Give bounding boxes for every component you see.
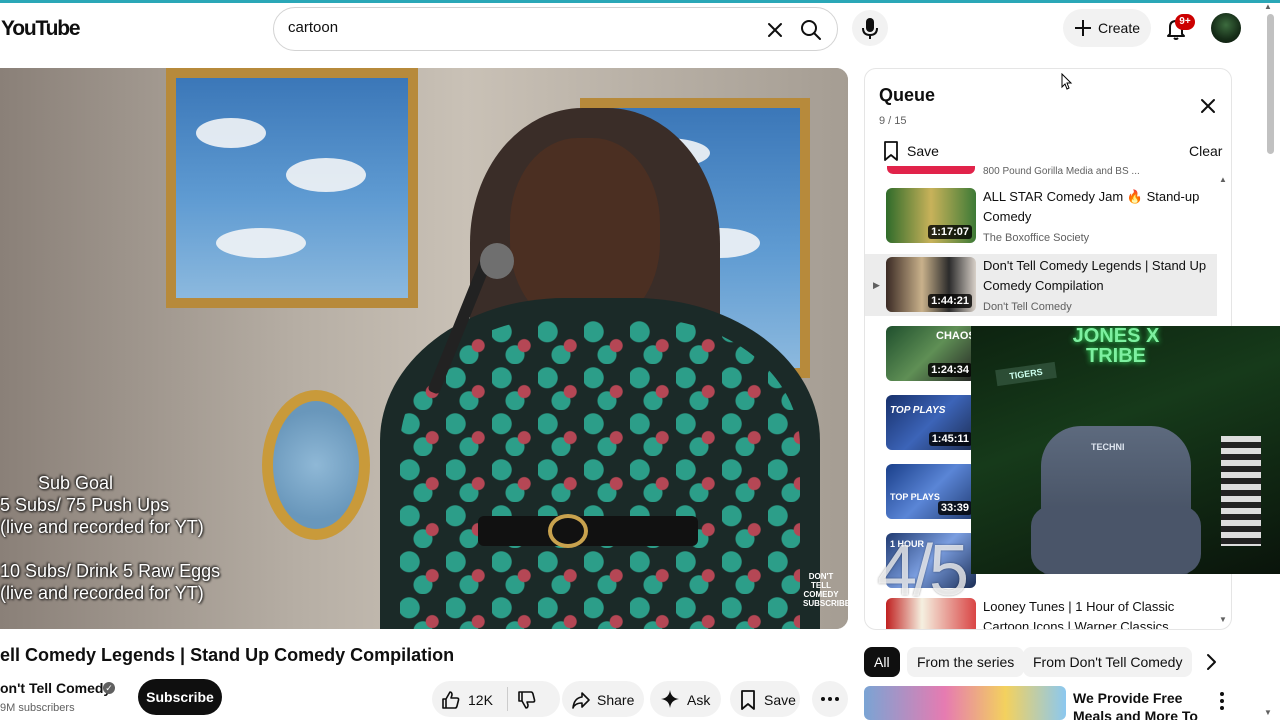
share-icon: [572, 692, 590, 709]
chevron-right-icon[interactable]: [1199, 649, 1225, 675]
queue-item-thumbnail[interactable]: TOP PLAYS 1:45:11: [886, 395, 976, 450]
now-playing-icon: ▶: [873, 280, 880, 290]
duration-badge: 1:24:34: [928, 363, 972, 377]
queue-position: 9 / 15: [879, 115, 907, 127]
queue-scroll-down-icon[interactable]: ▼: [1219, 615, 1227, 624]
microphone-icon: [862, 18, 878, 39]
youtube-logo[interactable]: YouTube: [1, 17, 81, 41]
search-box[interactable]: [273, 7, 838, 51]
queue-item-thumbnail[interactable]: 1:17:07: [886, 188, 976, 243]
mouse-cursor-icon: [1061, 73, 1073, 90]
recommendation-title[interactable]: We Provide Free Meals and More To Help Y…: [1073, 689, 1213, 720]
account-avatar[interactable]: [1211, 13, 1241, 43]
queue-item[interactable]: 1:17:07 ALL STAR Comedy Jam 🔥 Stand-up C…: [865, 185, 1217, 247]
voice-search-button[interactable]: [852, 10, 888, 46]
share-button[interactable]: Share: [562, 681, 644, 717]
duration-badge: 33:39: [937, 501, 972, 515]
close-queue-icon[interactable]: [1198, 96, 1218, 116]
notification-badge: 9+: [1175, 14, 1195, 30]
like-count[interactable]: 12K: [468, 692, 493, 708]
top-accent-line: [0, 0, 1280, 3]
video-title: ell Comedy Legends | Stand Up Comedy Com…: [0, 645, 455, 665]
queue-item-current[interactable]: ▶ 1:44:21 Don't Tell Comedy Legends | St…: [865, 254, 1217, 316]
clear-search-icon[interactable]: [764, 19, 786, 41]
page-scroll-down-icon[interactable]: ▼: [1264, 708, 1272, 717]
duration-badge: 1:45:11: [928, 432, 972, 446]
save-button[interactable]: Save: [730, 681, 800, 717]
sub-goal-progress-text: 4/5: [877, 531, 969, 611]
page-scroll-up-icon[interactable]: ▲: [1264, 2, 1272, 11]
channel-watermark[interactable]: DON'T TELL COMEDY SUBSCRIBE: [803, 572, 848, 608]
share-label: Share: [597, 692, 635, 708]
sub-goal-overlay: Sub Goal 5 Subs/ 75 Push Ups (live and re…: [0, 472, 220, 604]
painting-frame: [166, 68, 418, 308]
recommendation-thumbnail[interactable]: [864, 686, 1066, 720]
queue-save-button[interactable]: Save: [881, 140, 951, 162]
queue-item-channel: Don't Tell Comedy: [983, 301, 1072, 313]
channel-name[interactable]: on't Tell Comedy: [0, 680, 111, 696]
like-divider: [507, 687, 508, 711]
video-player[interactable]: Sub Goal 5 Subs/ 75 Push Ups (live and re…: [0, 68, 848, 629]
oval-mirror: [262, 390, 370, 540]
queue-scroll-up-icon[interactable]: ▲: [1219, 175, 1227, 184]
bookmark-icon: [741, 690, 755, 710]
queue-save-label: Save: [907, 143, 939, 159]
ask-button[interactable]: Ask: [650, 681, 721, 717]
flag-decoration: [1221, 436, 1261, 546]
chip-all[interactable]: All: [864, 647, 900, 677]
chip-from-channel[interactable]: From Don't Tell Comedy: [1023, 647, 1193, 677]
previous-item-thumbnail[interactable]: [887, 166, 975, 174]
sub-goal-lines: 5 Subs/ 75 Push Ups (live and recorded f…: [0, 495, 221, 603]
like-icon[interactable]: [440, 689, 462, 711]
like-dislike-group: 12K: [432, 681, 560, 717]
subscriber-count: 9M subscribers: [0, 702, 75, 714]
save-label: Save: [764, 692, 796, 708]
queue-item-channel: The Boxoffice Society: [983, 232, 1090, 244]
queue-title: Queue: [879, 85, 936, 105]
chip-from-series[interactable]: From the series: [907, 647, 1025, 677]
sub-goal-title: Sub Goal: [38, 473, 114, 493]
subscribe-button[interactable]: Subscribe: [138, 679, 222, 715]
chair-brand: TECHNI: [1091, 442, 1125, 452]
bookmark-icon: [884, 141, 898, 161]
search-icon[interactable]: [799, 18, 823, 42]
street-sign: TIGERS: [995, 361, 1057, 387]
thumbnail-text: TOP PLAYS: [890, 405, 946, 416]
sparkle-icon: [661, 690, 679, 708]
previous-item-channel: 800 Pound Gorilla Media and BS ...: [983, 166, 1140, 177]
thumbnail-text: CHAOS: [936, 330, 976, 342]
plus-icon: [1075, 20, 1091, 36]
more-actions-button[interactable]: [812, 681, 848, 717]
queue-item-title[interactable]: Don't Tell Comedy Legends | Stand Up Com…: [983, 256, 1211, 296]
search-input[interactable]: [288, 19, 748, 36]
duration-badge: 1:17:07: [928, 225, 972, 239]
queue-item-title[interactable]: Looney Tunes | 1 Hour of Classic Cartoon…: [983, 597, 1211, 629]
more-vertical-icon[interactable]: [1214, 690, 1230, 712]
create-label: Create: [1098, 20, 1141, 36]
queue-clear-button[interactable]: Clear: [1189, 143, 1222, 159]
page-scrollbar[interactable]: [1267, 14, 1274, 154]
neon-sign: JONES X TRIBE: [1072, 326, 1160, 367]
more-horizontal-icon: [821, 697, 839, 701]
duration-badge: 1:44:21: [928, 294, 972, 308]
dislike-icon[interactable]: [516, 689, 538, 711]
thumbnail-text: TOP PLAYS: [890, 492, 940, 502]
queue-item-thumbnail[interactable]: TOP PLAYS 33:39: [886, 464, 976, 519]
queue-item-title[interactable]: ALL STAR Comedy Jam 🔥 Stand-up Comedy: [983, 187, 1211, 227]
stream-webcam-overlay: JONES X TRIBE TIGERS TECHNI: [971, 326, 1280, 574]
queue-item-thumbnail[interactable]: CHAOS 1:24:34: [886, 326, 976, 381]
create-button[interactable]: Create: [1063, 9, 1151, 47]
verified-icon: ✓: [103, 682, 115, 694]
ask-label: Ask: [687, 692, 711, 708]
queue-item-thumbnail[interactable]: 1:44:21: [886, 257, 976, 312]
